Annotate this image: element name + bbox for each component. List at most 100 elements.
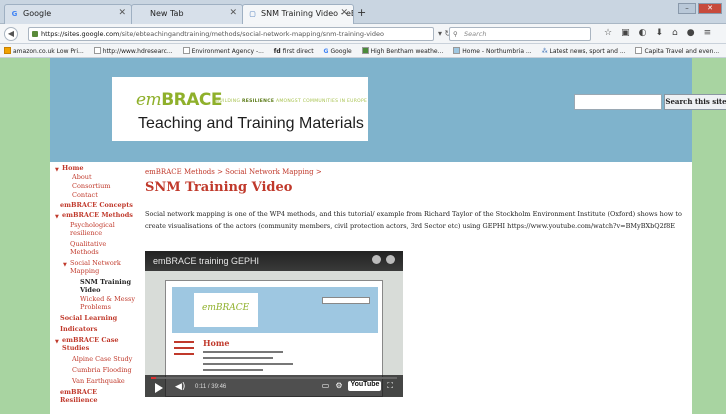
- bookmark-first-direct[interactable]: fd first direct: [270, 45, 318, 55]
- share-icon[interactable]: [386, 255, 395, 264]
- right-margin: [692, 58, 726, 414]
- pocket-icon[interactable]: ◐: [639, 28, 647, 38]
- play-icon[interactable]: [155, 383, 163, 393]
- bookmark-latest-news[interactable]: ⁂ Latest news, sport and ...: [538, 45, 630, 55]
- sidebar-item-van-earthquake[interactable]: Van Earthquake: [72, 377, 125, 386]
- bookmark-high-bentham[interactable]: High Bentham weathe...: [358, 44, 448, 55]
- window-controls: – ✕: [678, 3, 722, 14]
- video-slide-text-line: [203, 363, 293, 365]
- bookmark-environment-agency[interactable]: Environment Agency -...: [179, 44, 268, 55]
- url-field[interactable]: https://sites.google.com/site/ebteaching…: [28, 27, 434, 41]
- close-icon[interactable]: ✕: [340, 8, 348, 18]
- page-icon: ▢: [249, 10, 256, 18]
- bookmark-amazon[interactable]: amazon.co.uk Low Pri...: [0, 44, 88, 55]
- expand-arrow-icon[interactable]: ▼: [63, 261, 67, 270]
- star-icon[interactable]: ☆: [604, 28, 612, 38]
- search-placeholder: Search: [464, 30, 487, 38]
- video-slide-text-line: [203, 357, 273, 359]
- sync-icon[interactable]: ●: [687, 28, 695, 38]
- sidebar-item-embrace-resilience-2[interactable]: Resilience: [60, 396, 98, 405]
- watch-later-icon[interactable]: [372, 255, 381, 264]
- bookmarks-bar: amazon.co.uk Low Pri... http://www.hdres…: [0, 44, 726, 58]
- sidebar-item-consortium[interactable]: Consortium: [72, 182, 110, 191]
- home-icon[interactable]: ⌂: [672, 28, 678, 38]
- bookmark-capita-travel[interactable]: Capita Travel and even...: [631, 44, 723, 55]
- logo-tagline: BUILDING RESILIENCE AMONGST COMMUNITIES …: [216, 99, 368, 104]
- browser-tab-bar: G Google ✕ New Tab ✕ ▢ SNM Training Vide…: [0, 0, 726, 24]
- sidebar-item-home[interactable]: Home: [62, 164, 84, 173]
- first-direct-icon: fd: [273, 48, 283, 55]
- tab-new-tab[interactable]: New Tab ✕: [131, 4, 243, 24]
- site-title: Teaching and Training Materials: [138, 115, 364, 132]
- video-time: 0:11 / 39:46: [195, 384, 227, 390]
- sidebar-item-social-learning[interactable]: Social Learning: [60, 314, 117, 323]
- embrace-logo[interactable]: emBRACE: [136, 90, 222, 110]
- new-tab-button[interactable]: +: [357, 6, 366, 19]
- content-area: ▼ Home About Consortium Contact emBRACE …: [50, 162, 692, 414]
- captions-icon[interactable]: ▭: [322, 381, 330, 391]
- tab-label: Google: [23, 9, 52, 18]
- breadcrumb[interactable]: emBRACE Methods > Social Network Mapping…: [145, 168, 322, 176]
- youtube-logo[interactable]: YouTube: [348, 381, 382, 391]
- close-icon[interactable]: ✕: [229, 8, 237, 18]
- video-right-controls: ▭ ⚙ YouTube ⛶: [322, 381, 393, 391]
- close-window-button[interactable]: ✕: [698, 3, 722, 14]
- sidebar-item-embrace-methods[interactable]: emBRACE Methods: [62, 211, 133, 220]
- amazon-icon: [4, 47, 11, 54]
- browser-search-input[interactable]: ⚲ Search: [449, 27, 591, 41]
- tab-google[interactable]: G Google ✕: [4, 4, 132, 24]
- sidebar-item-indicators[interactable]: Indicators: [60, 325, 97, 334]
- sidebar-item-snm-training-video-2[interactable]: Video: [80, 286, 100, 295]
- expand-arrow-icon[interactable]: ▼: [55, 166, 59, 175]
- url-domain: https://sites.google.com: [41, 30, 120, 38]
- video-top-icons: [372, 255, 395, 264]
- google-icon: G: [323, 48, 331, 55]
- sidebar-item-qualitative-methods-2[interactable]: Methods: [70, 248, 99, 257]
- sidebar-item-contact[interactable]: Contact: [72, 191, 98, 200]
- site-banner: emBRACE BUILDING RESILIENCE AMONGST COMM…: [112, 77, 368, 141]
- close-icon[interactable]: ✕: [118, 8, 126, 18]
- minimize-button[interactable]: –: [678, 3, 696, 14]
- bookmark-google[interactable]: G Google: [320, 45, 356, 55]
- video-title[interactable]: emBRACE training GEPHI: [153, 256, 259, 266]
- sidebar-item-psychological-resilience-2[interactable]: resilience: [70, 229, 102, 238]
- settings-gear-icon[interactable]: ⚙: [335, 381, 342, 391]
- lock-icon: [32, 31, 38, 37]
- page-icon: [635, 47, 643, 54]
- url-path: /site/ebteachingandtraining/methods/soci…: [119, 30, 384, 38]
- video-slide-home-heading: Home: [203, 338, 230, 348]
- sidebar-item-embrace-case-studies-2[interactable]: Studies: [62, 344, 89, 353]
- embedded-video[interactable]: emBRACE Home emBRACE training GEPHI ◀) 0…: [145, 251, 403, 397]
- search-site-button[interactable]: Search this site: [664, 94, 726, 110]
- page-icon: [93, 47, 101, 54]
- reading-list-icon[interactable]: ▣: [621, 28, 630, 38]
- sidebar-item-cumbria-flooding[interactable]: Cumbria Flooding: [72, 366, 132, 375]
- video-slide-search: [322, 297, 370, 304]
- download-icon[interactable]: ⬇: [655, 28, 663, 38]
- expand-arrow-icon[interactable]: ▼: [55, 338, 59, 347]
- sidebar-item-wicked-messy-problems-2[interactable]: Problems: [80, 303, 111, 312]
- video-slide-nav-line: [174, 353, 194, 355]
- video-slide-text-line: [203, 369, 263, 371]
- search-icon: ⚲: [453, 30, 458, 38]
- sidebar-item-alpine-case-study[interactable]: Alpine Case Study: [72, 355, 132, 364]
- expand-arrow-icon[interactable]: ▼: [55, 213, 59, 222]
- tab-snm-training-video[interactable]: ▢ SNM Training Video - eB T... ✕: [242, 4, 354, 24]
- bookmark-northumbria[interactable]: Home - Northumbria ...: [449, 44, 535, 55]
- video-slide-nav-line: [174, 347, 194, 349]
- weather-icon: [361, 47, 369, 54]
- sidebar-item-social-network-mapping-2[interactable]: Mapping: [70, 267, 99, 276]
- video-progress-bar[interactable]: [151, 377, 397, 379]
- sidebar-item-embrace-concepts[interactable]: emBRACE Concepts: [60, 201, 133, 210]
- site-search-input[interactable]: [574, 94, 662, 110]
- menu-icon[interactable]: ≡: [704, 28, 712, 38]
- back-arrow-icon[interactable]: ◀: [4, 27, 18, 41]
- web-page: emBRACE BUILDING RESILIENCE AMONGST COMM…: [0, 58, 726, 414]
- fullscreen-icon[interactable]: ⛶: [387, 381, 393, 391]
- sidebar-item-about[interactable]: About: [72, 173, 92, 182]
- toolbar-icons: ☆ ▣ ◐ ⬇ ⌂ ● ≡: [604, 28, 711, 38]
- video-slide-logo-box: emBRACE: [194, 293, 258, 327]
- google-icon: G: [11, 10, 18, 18]
- bookmark-hdresearch[interactable]: http://www.hdresearc...: [90, 44, 177, 55]
- volume-icon[interactable]: ◀): [175, 382, 185, 392]
